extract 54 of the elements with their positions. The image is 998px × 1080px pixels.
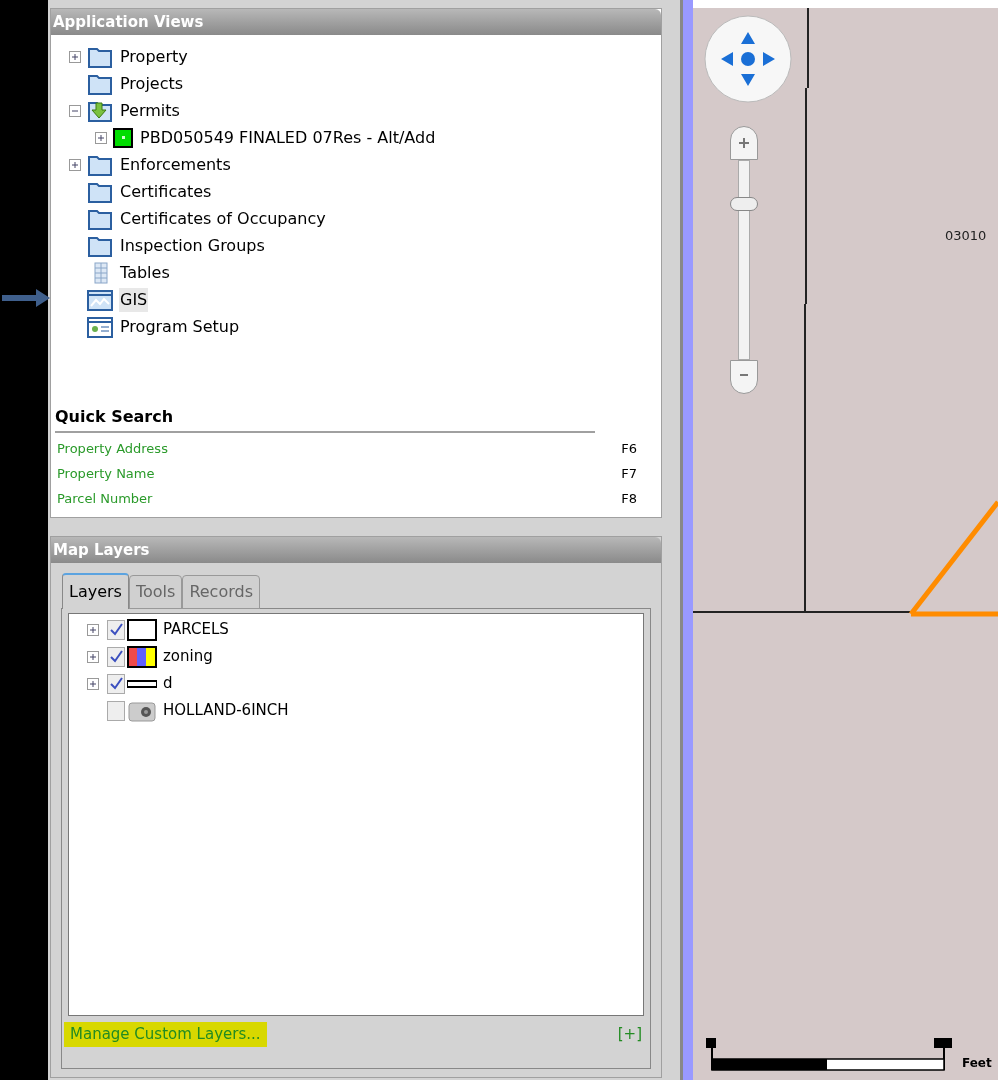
minus-icon [739, 373, 749, 377]
panel-title: Application Views [51, 9, 661, 35]
tab[interactable]: Records [182, 575, 260, 609]
tree-item[interactable]: Inspection Groups [119, 233, 266, 258]
panel-title: Map Layers [51, 537, 661, 563]
zone-swatch-icon [127, 645, 157, 668]
map-window-icon [87, 287, 113, 312]
map-canvas[interactable]: 03010 Feet [693, 0, 998, 1080]
layer-name[interactable]: PARCELS [163, 618, 229, 641]
shortcut-key: F6 [621, 438, 637, 459]
expand-icon[interactable] [87, 650, 99, 663]
layer-name[interactable]: zoning [163, 645, 213, 668]
camera-icon [127, 699, 157, 722]
collapse-icon[interactable] [69, 104, 81, 117]
section-title: Quick Search [55, 405, 595, 433]
tree-item[interactable]: Property [119, 44, 189, 69]
tree-item[interactable]: Certificates of Occupancy [119, 206, 327, 231]
quick-search-link[interactable]: Property Name [57, 463, 155, 484]
zoom-thumb[interactable] [730, 197, 758, 212]
expand-icon[interactable] [69, 50, 81, 63]
layer-name[interactable]: HOLLAND-6INCH [163, 699, 289, 722]
scale-unit: Feet [962, 1055, 992, 1072]
expand-icon[interactable] [87, 677, 99, 690]
tree-item[interactable]: Enforcements [119, 152, 232, 177]
tree-item[interactable]: Projects [119, 71, 185, 96]
zoom-in-button[interactable] [730, 126, 758, 160]
quick-search-link[interactable]: Parcel Number [57, 488, 153, 509]
tree-item[interactable]: GIS [119, 287, 149, 312]
tab[interactable]: Layers [62, 573, 129, 609]
setup-window-icon [87, 314, 113, 339]
checkbox[interactable] [107, 700, 125, 721]
shortcut-key: F8 [621, 488, 637, 509]
checkbox[interactable] [107, 646, 125, 667]
tree-item[interactable]: Permits [119, 98, 181, 123]
expand-icon[interactable] [95, 131, 107, 144]
layer-name[interactable]: d [163, 672, 173, 695]
zoom-out-button[interactable] [730, 360, 758, 394]
checkbox[interactable] [107, 673, 125, 694]
tree-item[interactable]: Program Setup [119, 314, 241, 339]
shortcut-key: F7 [621, 463, 637, 484]
status-square-icon [113, 127, 133, 148]
expand-icon[interactable] [69, 158, 81, 171]
arrow-icon [2, 288, 50, 308]
tab[interactable]: Tools [128, 575, 183, 609]
tree-item[interactable]: Tables [119, 260, 171, 285]
outline-swatch-icon [127, 618, 157, 641]
pan-control[interactable] [703, 14, 793, 104]
plus-icon [738, 137, 750, 149]
checkbox[interactable] [107, 619, 125, 640]
tree-item[interactable]: Certificates [119, 179, 213, 204]
quick-search-link[interactable]: Property Address [57, 438, 168, 459]
expand-icon[interactable] [87, 623, 99, 636]
parcel-label: 03010 [945, 227, 987, 245]
tree-item[interactable]: PBD050549 FINALED 07Res - Alt/Add [139, 125, 437, 150]
